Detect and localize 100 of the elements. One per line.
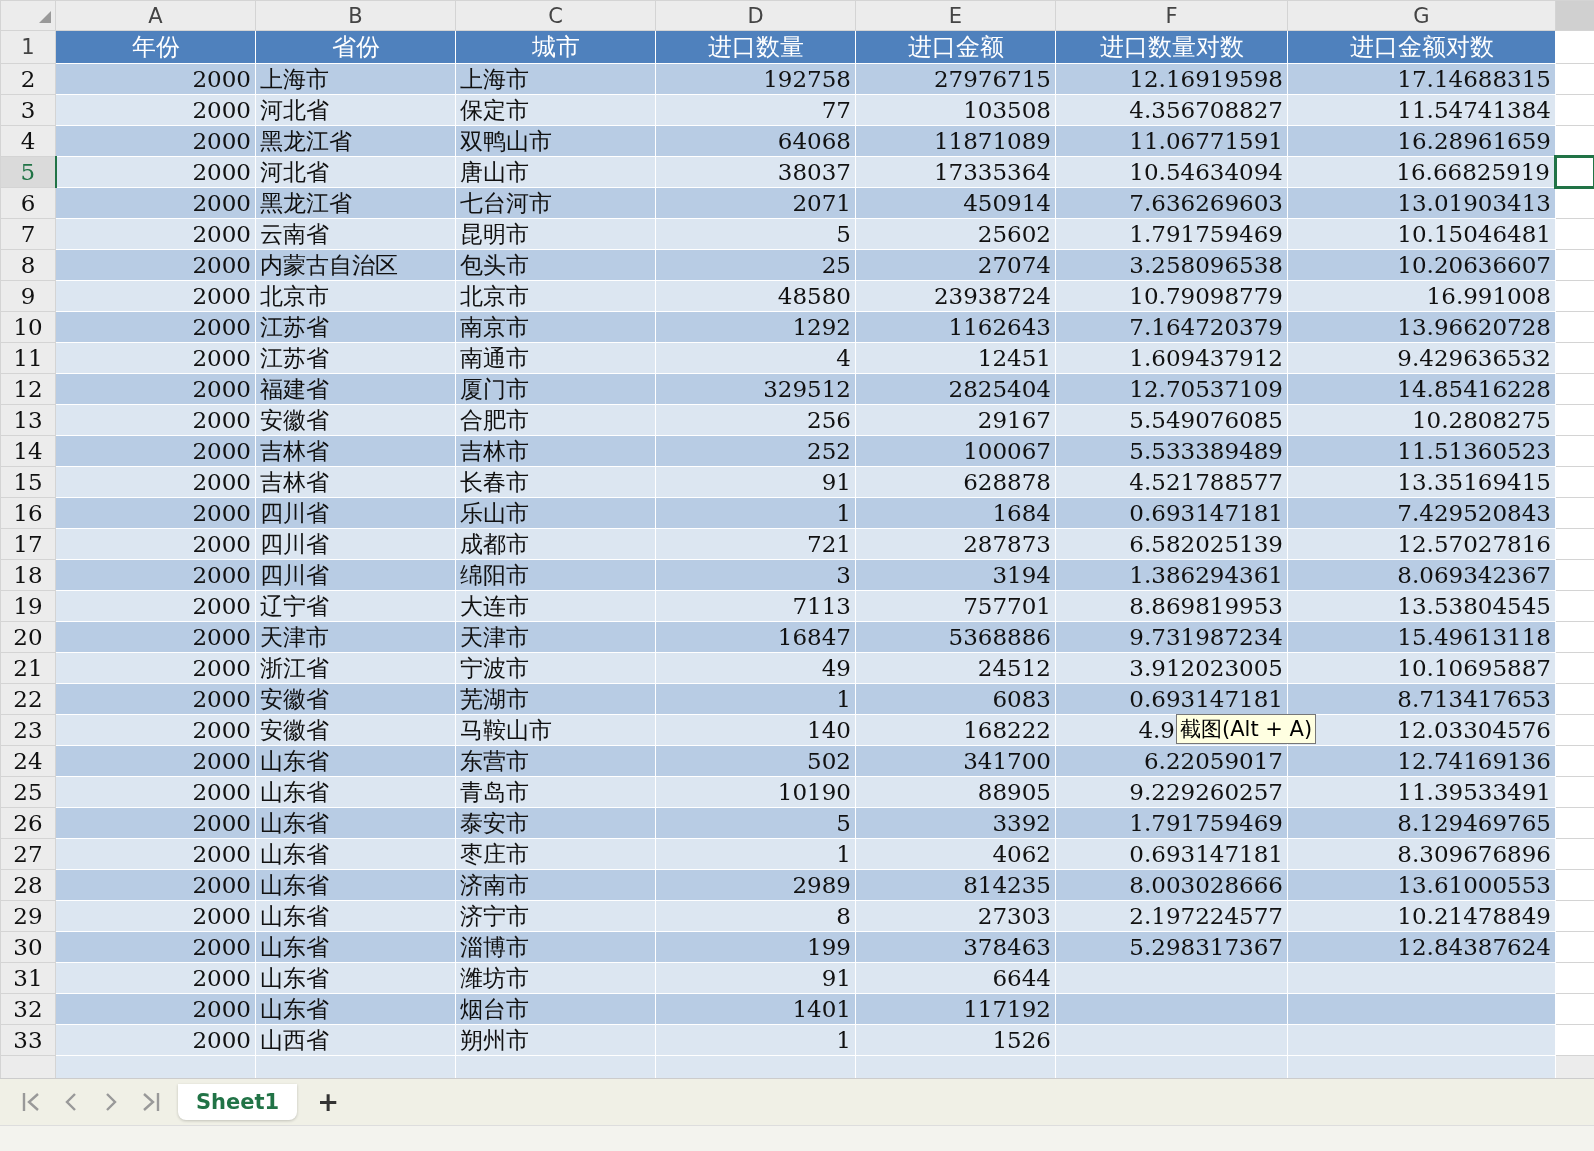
row-number[interactable]: 17 xyxy=(0,528,56,560)
sheet-tab[interactable]: Sheet1 xyxy=(178,1084,298,1120)
row-number[interactable]: 22 xyxy=(0,683,56,715)
table-cell: 450914 xyxy=(855,187,1056,219)
row-number[interactable]: 27 xyxy=(0,838,56,870)
table-cell: 48580 xyxy=(655,280,856,312)
table-cell: 27303 xyxy=(855,900,1056,932)
table-cell: 辽宁省 xyxy=(255,590,456,622)
table-cell: 绵阳市 xyxy=(455,559,656,591)
table-cell: 287873 xyxy=(855,528,1056,560)
table-cell: 38037 xyxy=(655,156,856,188)
row-number[interactable]: 30 xyxy=(0,931,56,963)
table-cell: 2000 xyxy=(55,404,256,436)
select-all-icon[interactable] xyxy=(39,10,51,23)
row-number[interactable]: 23 xyxy=(0,714,56,746)
table-cell: 双鸭山市 xyxy=(455,125,656,157)
active-cell[interactable] xyxy=(1555,156,1594,188)
table-cell: 四川省 xyxy=(255,559,456,591)
table-cell: 103508 xyxy=(855,94,1056,126)
table-cell: 七台河市 xyxy=(455,187,656,219)
column-title: 进口数量对数 xyxy=(1055,30,1288,64)
row-number[interactable]: 24 xyxy=(0,745,56,777)
row-number[interactable]: 6 xyxy=(0,187,56,219)
column-header[interactable]: G xyxy=(1287,0,1556,31)
table-cell: 77 xyxy=(655,94,856,126)
table-cell: 8.309676896 xyxy=(1287,838,1556,870)
row-number[interactable]: 16 xyxy=(0,497,56,529)
row-number[interactable]: 10 xyxy=(0,311,56,343)
table-cell: 山东省 xyxy=(255,993,456,1025)
table-cell: 49 xyxy=(655,652,856,684)
row-number[interactable]: 15 xyxy=(0,466,56,498)
table-cell: 芜湖市 xyxy=(455,683,656,715)
row-number[interactable]: 7 xyxy=(0,218,56,250)
table-cell: 山东省 xyxy=(255,745,456,777)
table-cell: 青岛市 xyxy=(455,776,656,808)
row-number[interactable]: 32 xyxy=(0,993,56,1025)
row-number[interactable]: 2 xyxy=(0,63,56,95)
table-cell: 2000 xyxy=(55,280,256,312)
row-number[interactable]: 1 xyxy=(0,30,56,64)
table-cell: 2000 xyxy=(55,156,256,188)
row-number[interactable]: 14 xyxy=(0,435,56,467)
row-number[interactable]: 31 xyxy=(0,962,56,994)
table-cell: 泰安市 xyxy=(455,807,656,839)
table-cell: 6083 xyxy=(855,683,1056,715)
column-header[interactable]: D xyxy=(655,0,856,31)
row-number[interactable]: 26 xyxy=(0,807,56,839)
table-cell: 7113 xyxy=(655,590,856,622)
table-cell: 12.57027816 xyxy=(1287,528,1556,560)
row-number[interactable]: 3 xyxy=(0,94,56,126)
table-cell: 2000 xyxy=(55,311,256,343)
table-cell: 10.79098779 xyxy=(1055,280,1288,312)
table-cell: 江苏省 xyxy=(255,342,456,374)
table-cell: 12451 xyxy=(855,342,1056,374)
row-number[interactable]: 5 xyxy=(0,156,56,188)
table-cell: 山东省 xyxy=(255,931,456,963)
column-title: 进口金额对数 xyxy=(1287,30,1556,64)
row-number[interactable]: 9 xyxy=(0,280,56,312)
table-cell: 河北省 xyxy=(255,94,456,126)
table-cell: 23938724 xyxy=(855,280,1056,312)
row-number[interactable]: 20 xyxy=(0,621,56,653)
column-header[interactable]: C xyxy=(455,0,656,31)
table-cell: 10.20636607 xyxy=(1287,249,1556,281)
table-cell: 2000 xyxy=(55,652,256,684)
table-cell: 5.533389489 xyxy=(1055,435,1288,467)
table-cell: 山东省 xyxy=(255,962,456,994)
table-cell: 13.35169415 xyxy=(1287,466,1556,498)
table-cell: 9.229260257 xyxy=(1055,776,1288,808)
add-sheet-button[interactable]: + xyxy=(311,1087,345,1117)
row-number[interactable]: 25 xyxy=(0,776,56,808)
row-number[interactable]: 33 xyxy=(0,1024,56,1056)
row-number[interactable]: 28 xyxy=(0,869,56,901)
row-number[interactable]: 18 xyxy=(0,559,56,591)
column-header[interactable]: F xyxy=(1055,0,1288,31)
row-number[interactable]: 21 xyxy=(0,652,56,684)
table-cell: 浙江省 xyxy=(255,652,456,684)
column-title: 进口数量 xyxy=(655,30,856,64)
table-cell: 1.791759469 xyxy=(1055,807,1288,839)
table-cell: 1 xyxy=(655,683,856,715)
row-number[interactable]: 4 xyxy=(0,125,56,157)
table-cell: 12.70537109 xyxy=(1055,373,1288,405)
column-header[interactable]: A xyxy=(55,0,256,31)
row-number[interactable]: 12 xyxy=(0,373,56,405)
row-number[interactable]: 13 xyxy=(0,404,56,436)
table-cell: 潍坊市 xyxy=(455,962,656,994)
row-number[interactable]: 19 xyxy=(0,590,56,622)
row-number[interactable]: 29 xyxy=(0,900,56,932)
column-title: 城市 xyxy=(455,30,656,64)
table-cell: 2000 xyxy=(55,94,256,126)
table-cell: 2000 xyxy=(55,931,256,963)
table-cell: 17335364 xyxy=(855,156,1056,188)
table-cell: 1.386294361 xyxy=(1055,559,1288,591)
table-cell: 6.582025139 xyxy=(1055,528,1288,560)
table-cell: 4.356708827 xyxy=(1055,94,1288,126)
column-header[interactable]: B xyxy=(255,0,456,31)
column-header[interactable]: E xyxy=(855,0,1056,31)
table-cell: 乐山市 xyxy=(455,497,656,529)
row-number[interactable]: 8 xyxy=(0,249,56,281)
table-cell: 628878 xyxy=(855,466,1056,498)
row-number[interactable]: 11 xyxy=(0,342,56,374)
table-cell: 10.15046481 xyxy=(1287,218,1556,250)
